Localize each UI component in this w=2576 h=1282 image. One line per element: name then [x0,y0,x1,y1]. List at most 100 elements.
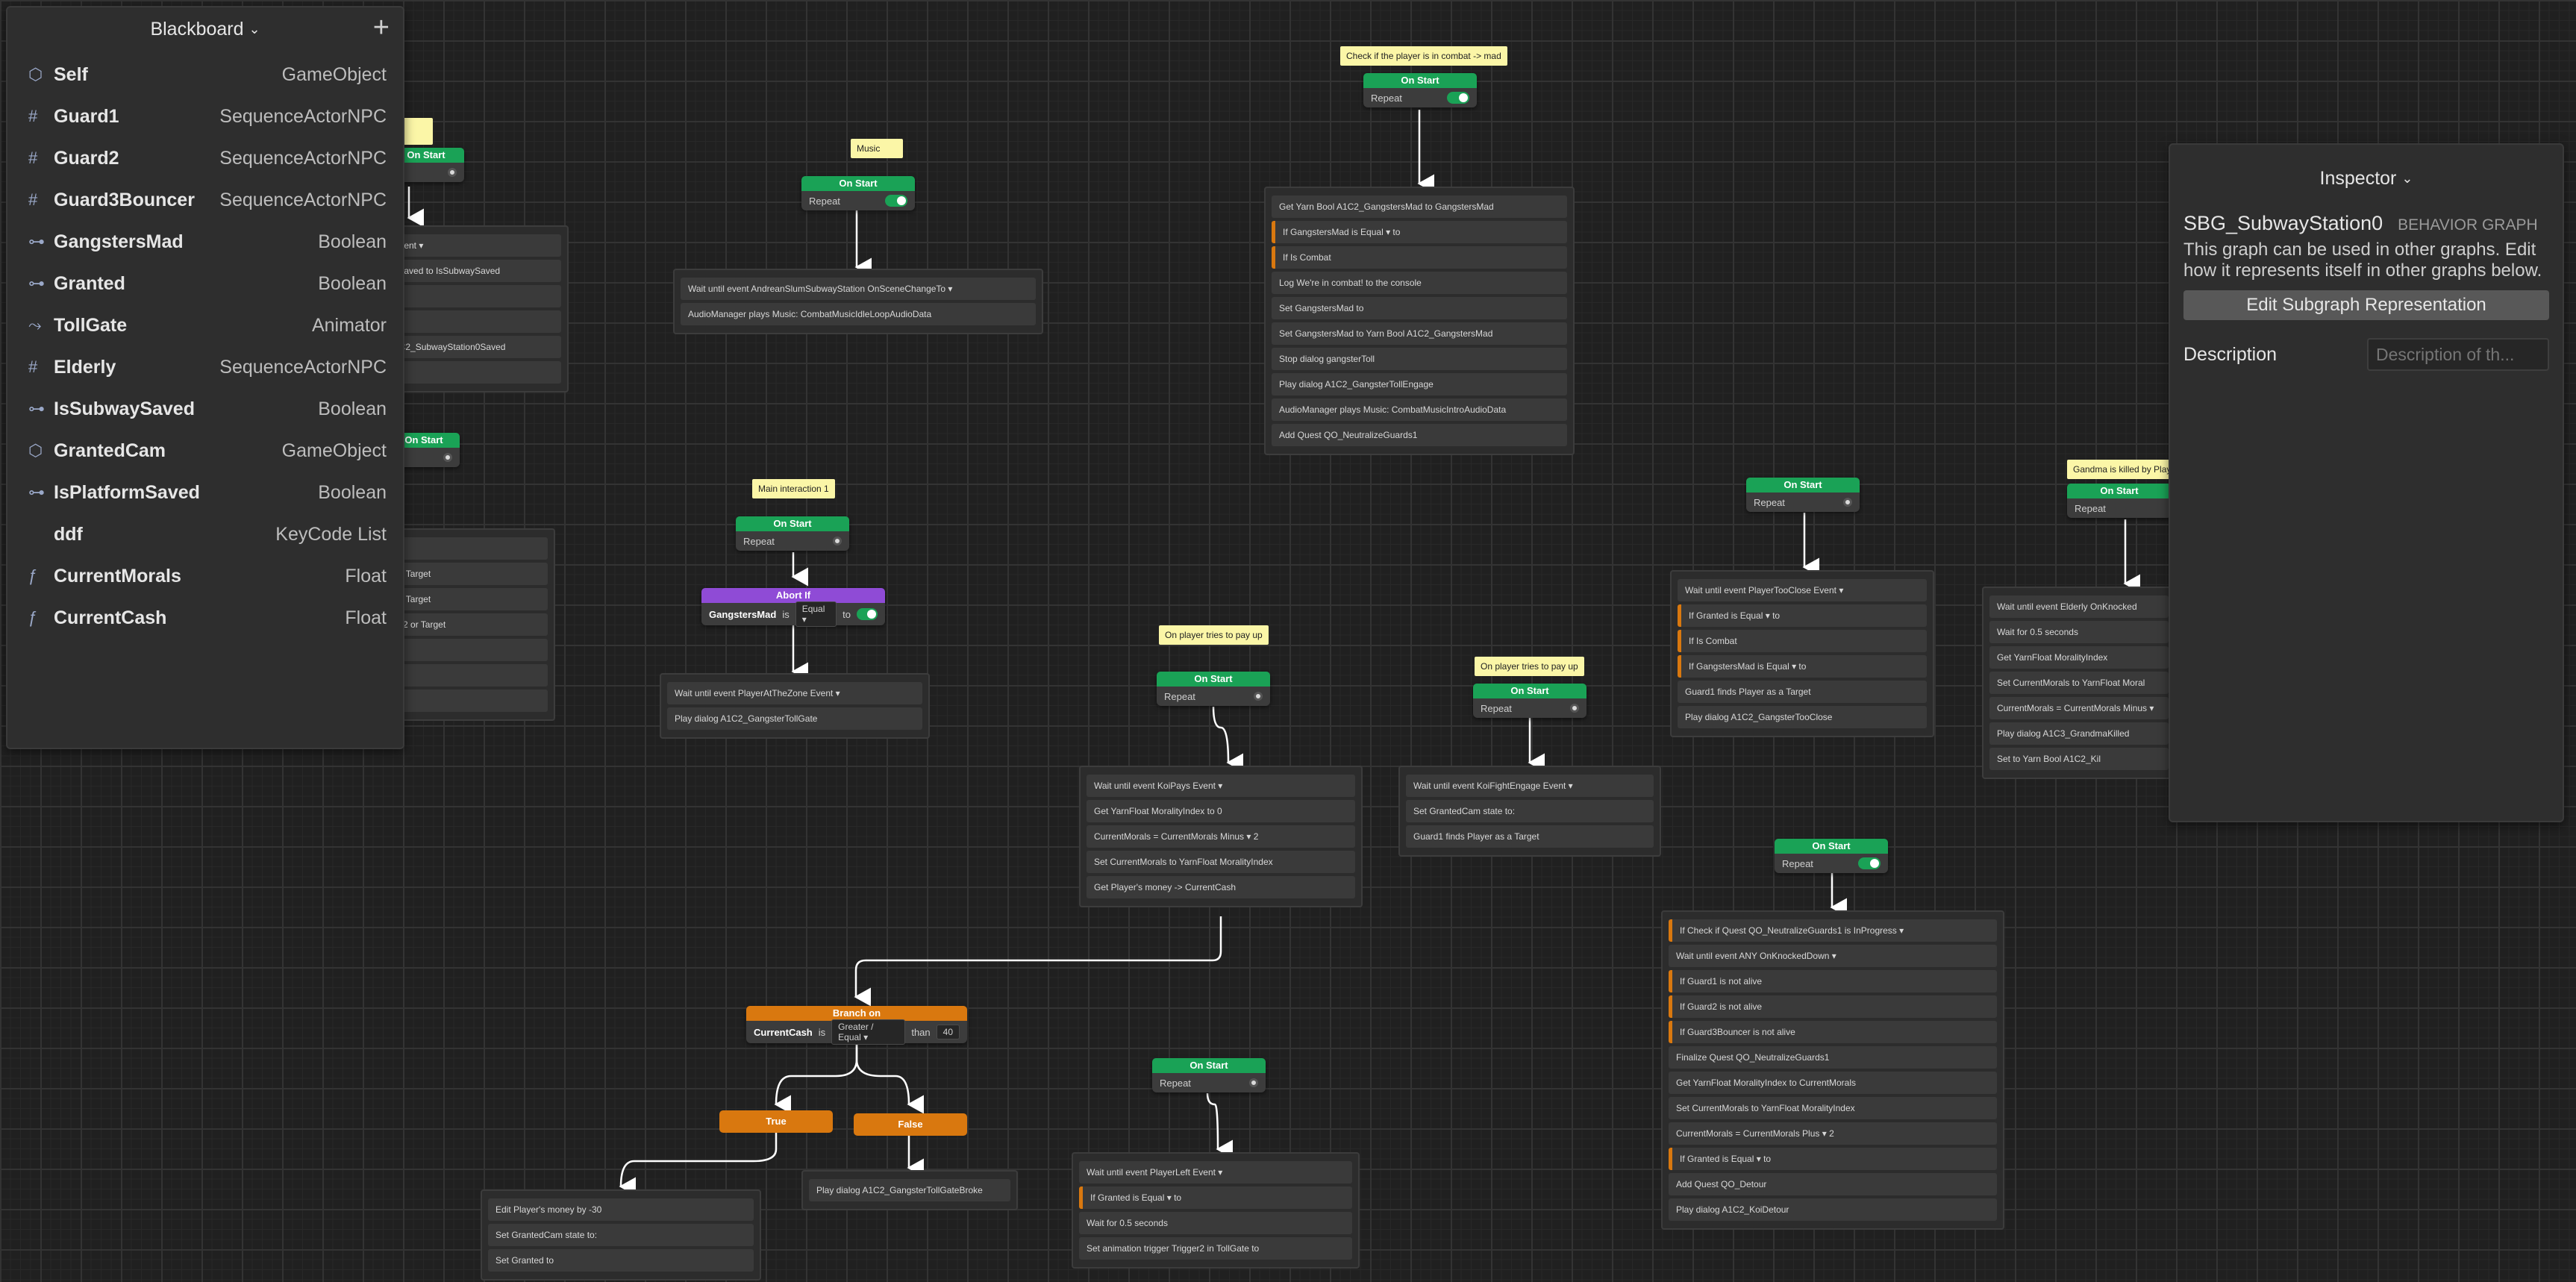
action-block[interactable]: CurrentMorals = CurrentMorals Minus ▾ 2 [1087,825,1355,848]
action-block[interactable]: Set CurrentMorals to YarnFloat Moral [1989,672,2169,694]
action-block[interactable]: CurrentMorals = CurrentMorals Minus ▾ [1989,697,2169,719]
blackboard-variable-guard2[interactable]: # Guard2 SequenceActorNPC [7,137,403,179]
action-block[interactable]: Play dialog A1C2_GangsterTollEngage [1272,373,1567,395]
action-block[interactable]: Wait until event KoiFightEngage Event ▾ [1406,775,1654,797]
blackboard-variable-currentcash[interactable]: ƒ CurrentCash Float [7,597,403,639]
blackboard-variable-isplatformsaved[interactable]: ⊶ IsPlatformSaved Boolean [7,472,403,513]
action-block[interactable]: n0Saved to IsSubwaySaved [381,260,561,282]
action-block[interactable]: Wait until event AndreanSlumSubwayStatio… [681,278,1036,300]
on-start-node-music[interactable]: On Start Repeat [801,176,915,210]
repeat-radio[interactable] [1570,704,1579,713]
stack-combat[interactable]: Get Yarn Bool A1C2_GangstersMad to Gangs… [1264,187,1575,455]
stack-false-branch[interactable]: Play dialog A1C2_GangsterTollGateBroke [801,1170,1018,1210]
action-block[interactable]: Set GrantedCam state to: [1406,800,1654,822]
action-block[interactable]: CurrentMorals = CurrentMorals Plus ▾ 2 [1669,1122,1997,1145]
blackboard-header[interactable]: Blackboard ⌄ + [7,7,403,51]
sticky-note-grandma[interactable]: Gandma is killed by Play [2067,460,2172,479]
action-block[interactable]: Get YarnFloat MoralityIndex to 0 [1087,800,1355,822]
chevron-down-icon[interactable]: ⌄ [2401,171,2413,187]
action-block[interactable]: Wait until event PlayerAtTheZone Event ▾ [667,682,922,704]
chevron-down-icon[interactable]: ⌄ [248,22,260,37]
action-block[interactable]: Finalize Quest QO_NeutralizeGuards1 [1669,1046,1997,1069]
sticky-note-combat[interactable]: Check if the player is in combat -> mad [1340,46,1507,66]
stack-true-branch[interactable]: Edit Player's money by -30 Set GrantedCam… [481,1189,761,1281]
action-block[interactable]: Play dialog A1C2_GangsterTollGateBroke [809,1179,1010,1201]
action-block[interactable]: Log We're in combat! to the console [1272,272,1567,294]
stack-player-left[interactable]: Wait until event PlayerLeft Event ▾ If Gr… [1072,1152,1360,1269]
action-block[interactable]: Play dialog A1C3_GrandmaKilled [1989,722,2169,745]
on-start-node-tooclose[interactable]: On Start Repeat [1746,478,1860,512]
action-block[interactable]: Wait until event Elderly OnKnocked [1989,595,2169,618]
action-block[interactable]: Wait until event PlayerTooClose Event ▾ [1678,579,1927,601]
action-block[interactable]: Guard1 finds Player as a Target [1406,825,1654,848]
on-start-node-pay-2[interactable]: On Start Repeat [1473,684,1586,718]
edit-subgraph-button[interactable]: Edit Subgraph Representation [2183,290,2549,320]
action-block[interactable]: Set to Yarn Bool A1C2_Kil [1989,748,2169,770]
blackboard-variable-tollgate[interactable]: ⤳ TollGate Animator [7,304,403,346]
on-start-node-combat[interactable]: On Start Repeat [1363,73,1477,107]
action-block[interactable]: r Event ▾ [381,234,561,257]
repeat-toggle[interactable] [1447,92,1469,104]
action-block[interactable]: Get Yarn Bool A1C2_GangstersMad to Gangs… [1272,196,1567,218]
action-block[interactable]: Guard1 finds Player as a Target [1678,681,1927,703]
action-block[interactable]: AudioManager plays Music: CombatMusicIdl… [681,303,1036,325]
action-block[interactable] [381,664,548,687]
sticky-note-pay-1[interactable]: On player tries to pay up [1159,625,1269,645]
branch-on-node[interactable]: Branch on CurrentCash is Greater / Equal ▾… [746,1006,967,1045]
action-block[interactable]: Set animation trigger Trigger2 in TollGa… [1079,1237,1352,1260]
action-block[interactable]: Wait for 0.5 seconds [1989,621,2169,643]
action-block[interactable]: Add Quest QO_Detour [1669,1173,1997,1195]
action-block[interactable]: Get YarnFloat MoralityIndex to CurrentMo… [1669,1072,1997,1094]
blackboard-variable-guard3bouncer[interactable]: # Guard3Bouncer SequenceActorNPC [7,179,403,221]
action-block[interactable] [381,639,548,661]
action-block[interactable] [381,285,561,307]
action-block[interactable]: Play dialog A1C2_KoiDetour [1669,1198,1997,1221]
on-start-node-left[interactable]: On Start Repeat [1152,1058,1266,1092]
action-block[interactable]: If Guard2 is not alive [1669,995,1997,1018]
stack-elderly[interactable]: Wait until event Elderly OnKnocked Wait f… [1982,587,2176,779]
action-block[interactable]: If Guard3Bouncer is not alive [1669,1021,1997,1043]
action-block[interactable]: AudioManager plays Music: CombatMusicInt… [1272,398,1567,421]
repeat-radio[interactable] [833,537,842,545]
stack-pay-2[interactable]: Wait until event KoiFightEngage Event ▾ S… [1398,766,1661,857]
add-variable-icon[interactable]: + [373,13,390,42]
blackboard-variable-granted[interactable]: ⊶ Granted Boolean [7,263,403,304]
action-block[interactable]: If Granted is Equal ▾ to [1079,1186,1352,1209]
stack-too-close[interactable]: Wait until event PlayerTooClose Event ▾ I… [1670,570,1934,737]
action-block[interactable]: If Is Combat [1678,630,1927,652]
blackboard-variable-grantedcam[interactable]: ⬡ GrantedCam GameObject [7,430,403,472]
branch-value-field[interactable]: 40 [936,1025,960,1039]
blackboard-variable-elderly[interactable]: # Elderly SequenceActorNPC [7,346,403,388]
action-block[interactable]: Add Quest QO_NeutralizeGuards1 [1272,424,1567,446]
abort-value-toggle[interactable] [856,608,878,620]
blackboard-variable-self[interactable]: ⬡ Self GameObject [7,54,403,96]
inspector-header[interactable]: Inspector ⌄ [2170,145,2563,212]
repeat-radio[interactable] [448,168,457,177]
action-block[interactable]: Play dialog A1C2_GangsterTollGate [667,707,922,730]
branch-compare-select[interactable]: Greater / Equal ▾ [831,1019,906,1045]
action-block[interactable] [381,361,561,384]
branch-true-node[interactable]: True [719,1110,833,1133]
action-block[interactable]: A1C2_SubwayStation0Saved [381,336,561,358]
action-block[interactable]: If Granted is Equal ▾ to [1669,1148,1997,1170]
on-start-node-grandma[interactable]: On Start Repeat [2067,484,2172,518]
action-block[interactable]: If Check if Quest QO_NeutralizeGuards1 i… [1669,919,1997,942]
action-block[interactable]: Play dialog A1C2_GangsterTooClose [1678,706,1927,728]
action-block[interactable]: Wait for 0.5 seconds [1079,1212,1352,1234]
action-block[interactable]: Get YarnFloat MoralityIndex [1989,646,2169,669]
action-block[interactable]: If Guard1 is not alive [1669,970,1997,992]
action-block[interactable]: Stop dialog gangsterToll [1272,348,1567,370]
stack-music[interactable]: Wait until event AndreanSlumSubwayStatio… [673,269,1043,334]
action-block[interactable] [381,310,561,333]
abort-compare-select[interactable]: Equal ▾ [795,601,837,627]
blackboard-variable-issubwaysaved[interactable]: ⊶ IsSubwaySaved Boolean [7,388,403,430]
repeat-radio[interactable] [1254,692,1263,701]
blackboard-variable-ddf[interactable]: ddf KeyCode List [7,513,403,555]
stack-pay-1[interactable]: Wait until event KoiPays Event ▾ Get Yarn… [1079,766,1363,907]
action-block[interactable]: Set CurrentMorals to YarnFloat MoralityI… [1087,851,1355,873]
sticky-note-main[interactable]: Main interaction 1 [752,479,835,498]
action-block[interactable]: Wait until event KoiPays Event ▾ [1087,775,1355,797]
repeat-toggle[interactable] [885,195,907,207]
repeat-radio[interactable] [1249,1078,1258,1087]
abort-if-node[interactable]: Abort If GangstersMad is Equal ▾ to [701,588,885,627]
